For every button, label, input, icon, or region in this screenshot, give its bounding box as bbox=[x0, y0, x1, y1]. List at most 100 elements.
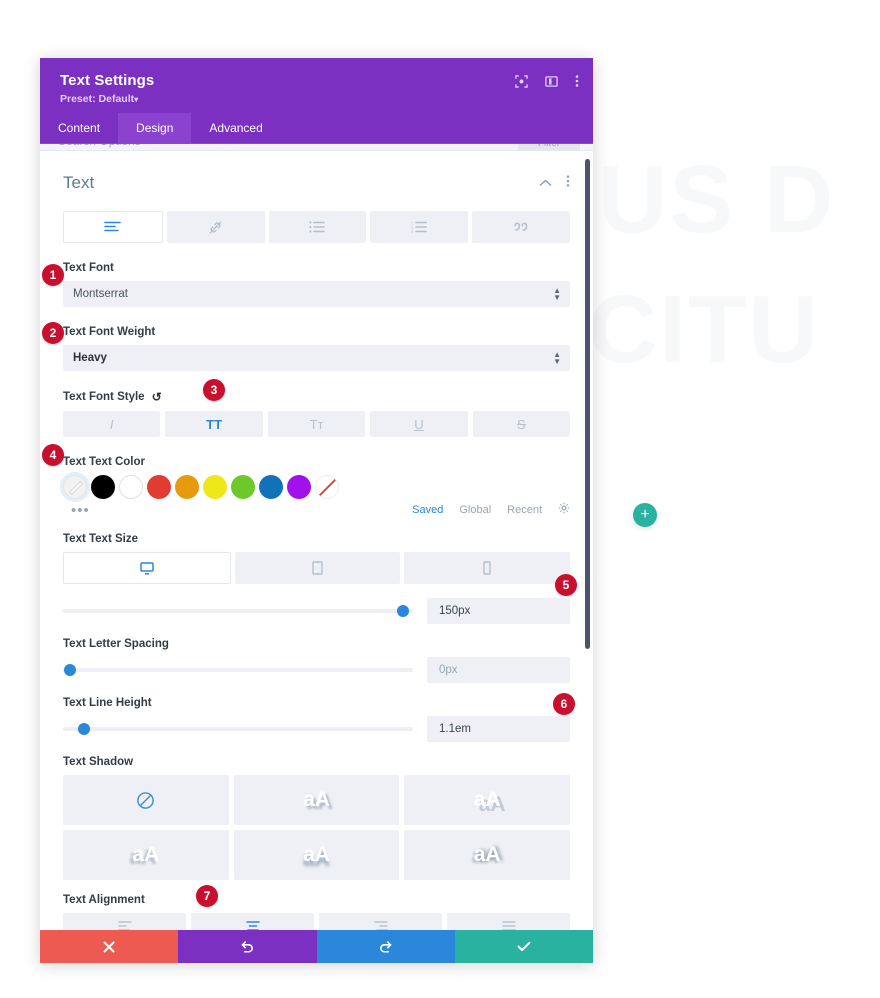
link-icon[interactable] bbox=[166, 211, 265, 243]
slider-knob[interactable] bbox=[64, 664, 76, 676]
text-font-select[interactable]: Montserrat ▲ ▼ bbox=[63, 281, 570, 307]
shadow-none-option[interactable] bbox=[63, 775, 229, 825]
black-swatch[interactable] bbox=[91, 475, 115, 499]
line-height-slider[interactable] bbox=[63, 718, 413, 740]
modal-body: Text 1 2 3 Text Font Montserrat ▲ ▼ Text… bbox=[40, 151, 593, 930]
gear-icon[interactable] bbox=[558, 502, 570, 517]
text-alignment-buttons bbox=[63, 913, 570, 930]
underline-glyph: U bbox=[414, 416, 424, 432]
strikethrough-button[interactable]: S bbox=[472, 411, 571, 437]
text-size-slider[interactable] bbox=[63, 600, 413, 622]
align-right-button[interactable] bbox=[319, 913, 442, 930]
redo-button[interactable] bbox=[316, 930, 455, 963]
desktop-tab[interactable] bbox=[63, 552, 231, 584]
text-size-slider-row: 150px bbox=[63, 598, 570, 624]
slider-knob[interactable] bbox=[78, 723, 90, 735]
yellow-swatch[interactable] bbox=[203, 475, 227, 499]
select-arrows-icon: ▲ ▼ bbox=[553, 350, 561, 366]
modal-footer bbox=[40, 930, 593, 963]
text-align-icon[interactable] bbox=[63, 211, 163, 243]
blockquote-icon[interactable] bbox=[472, 211, 570, 243]
vertical-scrollbar[interactable] bbox=[585, 159, 590, 649]
reset-icon[interactable]: ↺ bbox=[152, 390, 162, 404]
callout-badge-3: 3 bbox=[203, 379, 225, 401]
ordered-list-icon[interactable]: 1 2 3 bbox=[370, 211, 469, 243]
chevron-up-icon[interactable] bbox=[539, 174, 552, 192]
italic-button[interactable]: I bbox=[63, 411, 161, 437]
palette-tab-saved[interactable]: Saved bbox=[412, 504, 443, 516]
phone-tab[interactable] bbox=[404, 552, 571, 584]
slider-track bbox=[63, 668, 413, 672]
slider-knob[interactable] bbox=[396, 605, 409, 617]
shadow-style-2-option[interactable]: aA bbox=[404, 775, 570, 825]
unordered-list-icon[interactable] bbox=[268, 211, 367, 243]
line-height-label: Text Line Height bbox=[63, 697, 152, 709]
undo-button[interactable] bbox=[178, 930, 317, 963]
device-tab-group bbox=[63, 552, 571, 584]
callout-badge-2: 2 bbox=[42, 322, 64, 344]
text-size-input[interactable]: 150px bbox=[427, 598, 570, 624]
modal-title: Text Settings bbox=[60, 72, 155, 89]
orange-swatch[interactable] bbox=[175, 475, 199, 499]
line-height-slider-row: 1.1em bbox=[63, 716, 570, 742]
custom-color-swatch[interactable] bbox=[60, 472, 90, 502]
tab-content[interactable]: Content bbox=[40, 113, 118, 143]
section-title: Text bbox=[63, 173, 95, 192]
red-swatch[interactable] bbox=[147, 475, 171, 499]
small-caps-button[interactable]: Tᴛ bbox=[267, 411, 366, 437]
purple-swatch[interactable] bbox=[287, 475, 311, 499]
filter-button[interactable]: Filter bbox=[518, 144, 580, 150]
shadow-style-3-option[interactable]: aA bbox=[63, 830, 229, 880]
text-color-label: Text Text Color bbox=[63, 456, 145, 468]
white-swatch[interactable] bbox=[119, 475, 143, 499]
text-font-weight-select[interactable]: Heavy ▲ ▼ bbox=[63, 345, 570, 371]
shadow-style-1-option[interactable]: aA bbox=[233, 775, 400, 825]
callout-badge-1: 1 bbox=[42, 264, 64, 286]
callout-badge-6: 6 bbox=[553, 693, 575, 715]
text-settings-modal: Text Settings Preset: Default▾ Content D… bbox=[40, 58, 593, 963]
text-section-header: Text bbox=[63, 173, 570, 193]
palette-tab-recent[interactable]: Recent bbox=[507, 504, 542, 516]
blue-swatch[interactable] bbox=[259, 475, 283, 499]
letter-spacing-input[interactable]: 0px bbox=[427, 657, 570, 683]
tab-design[interactable]: Design bbox=[118, 113, 192, 143]
shadow-style-4-option[interactable]: aA bbox=[233, 830, 400, 880]
focus-target-icon[interactable] bbox=[515, 74, 528, 93]
format-toolbar: 1 2 3 bbox=[63, 211, 570, 243]
tab-advanced[interactable]: Advanced bbox=[191, 113, 280, 143]
text-font-style-buttons: I TT Tᴛ U S bbox=[63, 411, 571, 437]
align-left-button[interactable] bbox=[63, 913, 186, 930]
underline-button[interactable]: U bbox=[370, 411, 468, 437]
text-size-value: 150px bbox=[439, 605, 471, 617]
shadow-style-5-option[interactable]: aA bbox=[404, 830, 570, 880]
uppercase-button[interactable]: TT bbox=[165, 411, 263, 437]
slider-track bbox=[63, 609, 413, 613]
text-font-value: Montserrat bbox=[73, 288, 128, 300]
align-center-button[interactable] bbox=[191, 913, 314, 930]
save-button[interactable] bbox=[454, 930, 593, 963]
no-color-swatch[interactable] bbox=[315, 475, 339, 499]
letter-spacing-label: Text Letter Spacing bbox=[63, 638, 169, 650]
search-options-bar: Search Options Filter bbox=[40, 144, 593, 151]
letter-spacing-slider[interactable] bbox=[63, 659, 413, 681]
line-height-input[interactable]: 1.1em bbox=[427, 716, 570, 742]
palette-tab-global[interactable]: Global bbox=[459, 504, 491, 516]
tablet-tab[interactable] bbox=[234, 552, 401, 584]
more-vertical-icon[interactable] bbox=[575, 74, 579, 93]
uppercase-glyph: TT bbox=[206, 416, 223, 432]
green-swatch[interactable] bbox=[231, 475, 255, 499]
preset-selector[interactable]: Preset: Default▾ bbox=[60, 93, 573, 105]
align-justify-button[interactable] bbox=[447, 913, 570, 930]
add-module-button[interactable]: + bbox=[633, 503, 657, 527]
cancel-button[interactable] bbox=[40, 930, 179, 963]
search-options-label[interactable]: Search Options bbox=[58, 144, 141, 148]
section-more-vertical-icon[interactable] bbox=[566, 174, 570, 193]
text-font-label: Text Font bbox=[63, 262, 114, 274]
more-colors-button[interactable]: ••• bbox=[71, 502, 90, 519]
callout-badge-7: 7 bbox=[196, 885, 218, 907]
text-font-style-label: Text Font Style ↺ bbox=[63, 390, 570, 404]
background-watermark-line-2: CITU bbox=[588, 276, 820, 383]
text-alignment-label: Text Alignment bbox=[63, 894, 145, 906]
split-layout-icon[interactable] bbox=[545, 75, 558, 93]
modal-header: Text Settings Preset: Default▾ bbox=[40, 58, 593, 113]
